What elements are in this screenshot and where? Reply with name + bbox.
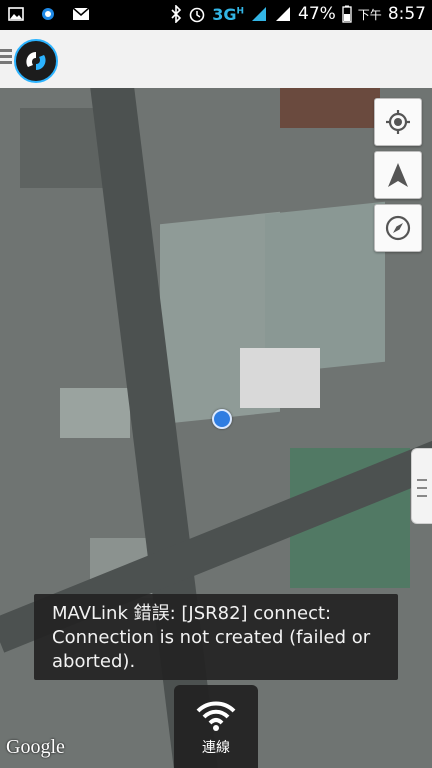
my-location-button[interactable] [374, 98, 422, 146]
alarm-icon [188, 5, 206, 23]
error-toast: MAVLink 錯誤: [JSR82] connect: Connection … [34, 594, 398, 680]
mail-icon [72, 7, 90, 21]
hamburger-icon[interactable] [0, 46, 12, 72]
bluetooth-icon [170, 5, 182, 23]
action-bar [0, 30, 432, 89]
compass-icon [385, 215, 411, 241]
building [280, 88, 380, 128]
network-type: 3GH [212, 4, 244, 24]
gallery-icon [8, 6, 24, 22]
clock-time: 8:57 [387, 4, 426, 24]
connect-button[interactable]: 連線 [174, 685, 258, 768]
notification-icons [8, 6, 90, 22]
battery-icon [342, 5, 352, 23]
wifi-icon [196, 701, 236, 731]
status-bar: 3GH 47% 下午 8:57 [0, 0, 432, 30]
compass-button[interactable] [374, 204, 422, 252]
system-status: 3GH 47% 下午 8:57 [170, 4, 426, 24]
building [60, 388, 130, 438]
current-location-marker [212, 409, 232, 429]
battery-percent: 47% [298, 4, 336, 24]
clock-ampm: 下午 [357, 7, 382, 22]
my-location-icon [386, 110, 410, 134]
navigation-button[interactable] [374, 151, 422, 199]
drawer-handle-icon [412, 449, 432, 497]
building-white-roof [240, 348, 320, 408]
connect-button-label: 連線 [202, 740, 230, 756]
map-attribution: Google [6, 736, 65, 758]
signal-icon [250, 5, 268, 23]
app-logo-icon[interactable] [14, 39, 58, 83]
navigation-arrow-icon [388, 163, 408, 187]
signal-icon-2 [274, 5, 292, 23]
app-icon [40, 6, 56, 22]
toast-message: MAVLink 錯誤: [JSR82] connect: Connection … [52, 603, 371, 672]
drawer-handle[interactable] [411, 448, 432, 524]
